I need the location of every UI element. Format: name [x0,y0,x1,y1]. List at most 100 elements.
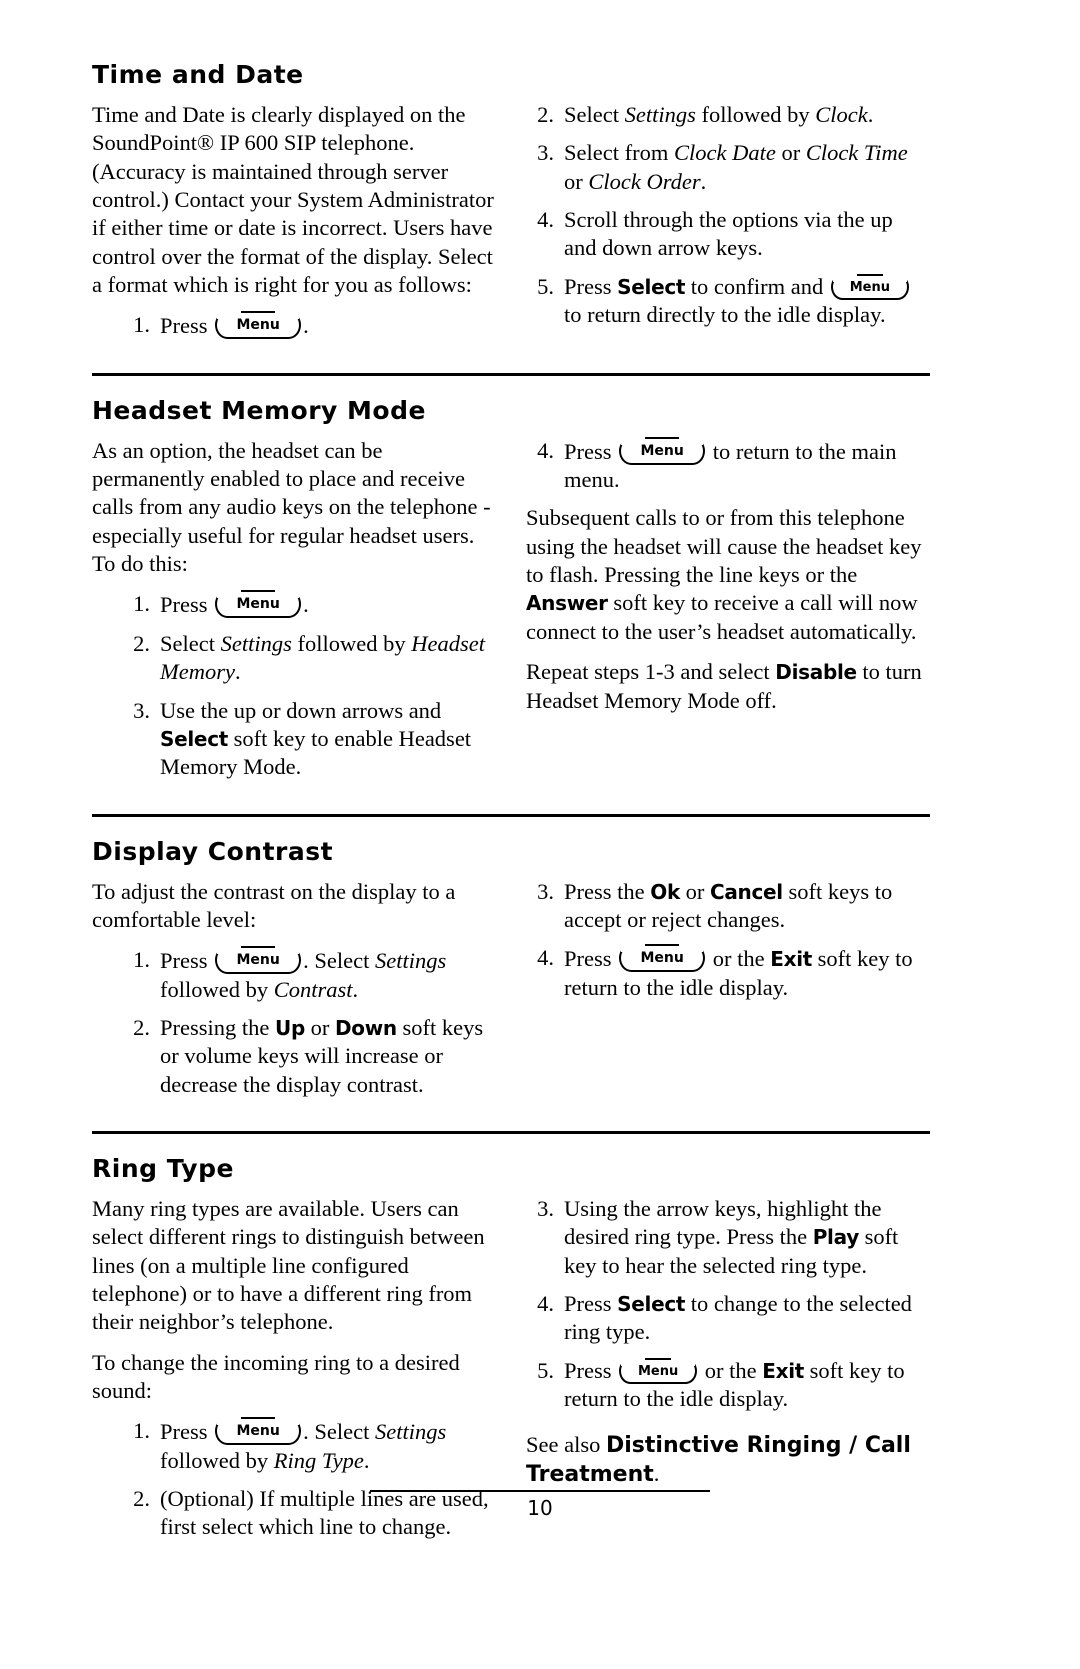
footer-divider [370,1490,710,1492]
list-number: 4. [537,207,554,233]
section-title-headset-memory-mode: Headset Memory Mode [92,395,426,425]
column-left: As an option, the headset can be permane… [92,437,496,792]
softkey-label[interactable]: Select [617,1292,685,1316]
column-left: Time and Date is clearly displayed on th… [92,101,496,351]
paragraph-intro: To adjust the contrast on the display to… [92,878,456,932]
list-number: 2. [133,630,150,656]
menu-item-name: Settings [375,948,447,974]
list-number: 1. [133,1418,150,1444]
section-time-and-date: Time and Date Time and Date is clearly d… [92,60,930,351]
paragraph-intro: Time and Date is clearly displayed on th… [92,102,494,298]
list-text: Press the Ok or Cancel soft keys to acce… [564,878,893,932]
softkey-label[interactable]: Exit [770,947,812,971]
menu-hardkey-icon[interactable]: Menu [215,308,302,340]
page-number: 10 [527,1496,553,1520]
list-item: 2. Select Settings followed by Clock. [526,101,930,129]
list-number: 3. [133,697,150,723]
paragraph-change-ring: To change the incoming ring to a desired… [92,1349,460,1403]
column-left: To adjust the contrast on the display to… [92,878,496,1109]
softkey-label[interactable]: Cancel [710,880,783,904]
list-text: Use the up or down arrows and Select sof… [160,697,472,780]
step-list: 2. Select Settings followed by Clock. 3.… [526,101,930,329]
softkey-label[interactable]: Disable [775,660,857,684]
list-item: 1. Press Menu. [122,587,496,619]
softkey-label[interactable]: Up [275,1016,305,1040]
list-number: 4. [537,945,554,971]
list-item: 3. Select from Clock Date or Clock Time … [526,139,930,196]
step-text: Press [160,313,214,339]
list-text: Press Menu or the Exit soft key to retur… [564,1354,930,1414]
list-text: Pressing the Up or Down soft keys or vol… [160,1014,484,1097]
page-footer: 10 [0,1490,1080,1520]
list-number: 1. [133,312,150,338]
list-text: Press Menu. Select Settings followed by … [160,943,496,1004]
step-list: 1. Press Menu. [92,308,496,340]
list-text: Press Menu to return to the main menu. [564,433,930,495]
list-number: 1. [133,947,150,973]
list-text: Scroll through the options via the up an… [564,207,893,261]
section-divider [92,813,930,817]
step-list: 1. Press Menu. 2. Select Settings follow… [92,587,496,782]
list-item: 1. Press Menu. [122,308,496,340]
list-item: 2. Select Settings followed by Headset M… [122,630,496,687]
list-number: 4. [537,437,554,463]
step-list: 3. Using the arrow keys, highlight the d… [526,1195,930,1413]
step-list: 1. Press Menu. Select Settings followed … [92,943,496,1099]
softkey-label[interactable]: Play [813,1225,860,1249]
list-text: Press Menu. Select Settings followed by … [160,1414,496,1475]
paragraph-repeat-steps: Repeat steps 1-3 and select Disable to t… [526,659,922,713]
menu-item-name: Ring Type [273,1447,364,1473]
list-item: 5. Press Select to confirm and Menu to r… [526,270,930,330]
list-item: 2. Pressing the Up or Down soft keys or … [122,1014,496,1099]
step-list: 3. Press the Ok or Cancel soft keys to a… [526,878,930,1002]
section-divider [92,1130,930,1134]
list-text: Press Menu. [160,587,496,619]
section-display-contrast: Display Contrast To adjust the contrast … [92,837,930,1109]
column-right: 2. Select Settings followed by Clock. 3.… [526,101,930,351]
menu-hardkey-icon[interactable]: Menu [215,1414,302,1446]
list-item: 1. Press Menu. Select Settings followed … [122,1414,496,1475]
menu-hardkey-icon[interactable]: Menu [619,433,706,465]
list-item: 5. Press Menu or the Exit soft key to re… [526,1354,930,1414]
menu-hardkey-icon[interactable]: Menu [619,1354,698,1384]
softkey-label[interactable]: Select [160,727,228,751]
softkey-label[interactable]: Answer [526,591,608,615]
list-number: 3. [537,1195,554,1221]
section-divider [92,372,930,376]
paragraph-intro: As an option, the headset can be permane… [92,437,491,577]
menu-item-name: Settings [375,1419,447,1445]
list-number: 4. [537,1290,554,1316]
section-headset-memory-mode: Headset Memory Mode As an option, the he… [92,396,930,792]
two-column-layout: Time and Date is clearly displayed on th… [92,101,930,351]
list-text: Press Menu or the Exit soft key to retur… [564,941,930,1002]
paragraph-subsequent-calls: Subsequent calls to or from this telepho… [526,505,922,644]
menu-item-name: Clock [815,102,868,127]
list-item: 4. Press Select to change to the selecte… [526,1290,930,1347]
two-column-layout: To adjust the contrast on the display to… [92,878,930,1109]
list-number: 5. [537,273,554,299]
softkey-label[interactable]: Ok [650,880,680,904]
list-item: 3. Press the Ok or Cancel soft keys to a… [526,878,930,935]
list-item: 4. Scroll through the options via the up… [526,206,930,263]
column-right: 4. Press Menu to return to the main menu… [526,433,930,792]
list-item: 4. Press Menu to return to the main menu… [526,433,930,495]
step-list: 1. Press Menu. Select Settings followed … [92,1414,496,1541]
list-item: 3. Use the up or down arrows and Select … [122,697,496,782]
menu-hardkey-icon[interactable]: Menu [215,943,302,975]
list-number: 2. [133,1014,150,1040]
softkey-label[interactable]: Down [335,1016,397,1040]
paragraph-ring-types: Many ring types are available. Users can… [92,1195,485,1335]
menu-hardkey-icon[interactable]: Menu [619,941,706,973]
softkey-label[interactable]: Select [617,275,685,299]
menu-hardkey-icon[interactable]: Menu [830,270,909,300]
menu-hardkey-icon[interactable]: Menu [215,587,302,619]
step-list: 4. Press Menu to return to the main menu… [526,433,930,495]
list-number: 1. [133,591,150,617]
list-item: 1. Press Menu. Select Settings followed … [122,943,496,1004]
column-right: 3. Press the Ok or Cancel soft keys to a… [526,878,930,1109]
list-text: Select Settings followed by Headset Memo… [160,630,485,685]
softkey-label[interactable]: Exit [762,1359,804,1383]
section-title-display-contrast: Display Contrast [92,836,334,866]
list-number: 2. [537,102,554,127]
list-text: Select from Clock Date or Clock Time or … [564,140,908,194]
